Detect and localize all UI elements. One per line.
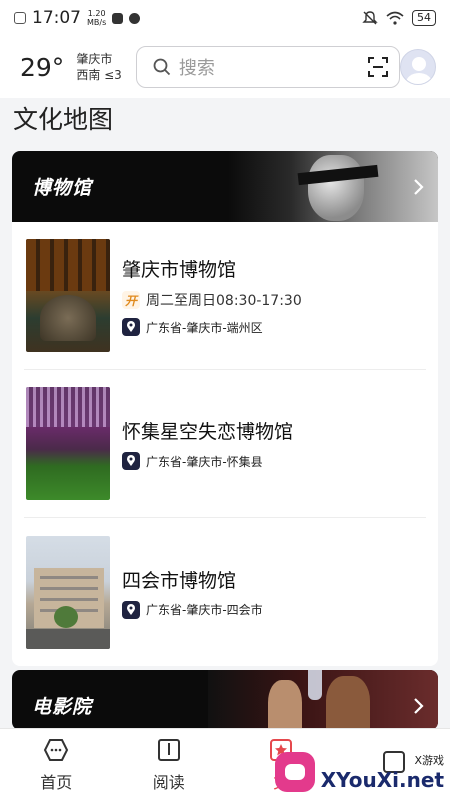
scan-icon[interactable] [367, 56, 389, 78]
network-speed-value: 1.20 [87, 9, 106, 18]
search-placeholder: 搜索 [178, 58, 215, 79]
location-pin-icon [122, 600, 140, 619]
museum-address: 广东省-肇庆市-端州区 [146, 320, 263, 335]
wifi-icon [386, 11, 404, 25]
location-pin-icon [122, 452, 140, 470]
museum-name: 四会市博物馆 [122, 569, 237, 592]
app-notification-icon-2 [129, 12, 141, 24]
search-icon [153, 58, 170, 76]
tab-home[interactable]: 首页 [0, 729, 113, 800]
address-row: 广东省-肇庆市-四会市 [122, 600, 263, 619]
app-notification-icon [112, 12, 124, 24]
watermark-logo-icon [274, 752, 315, 792]
weather-info[interactable]: 肇庆市 西南 ≤3 [76, 51, 122, 83]
tab-read[interactable]: 阅读 [113, 729, 226, 800]
search-input[interactable]: 搜索 [135, 46, 400, 88]
address-row: 广东省-肇庆市-怀集县 [122, 452, 293, 470]
book-icon [157, 738, 180, 761]
open-badge-icon: 开 [122, 291, 140, 309]
statue-image [228, 151, 438, 222]
avatar[interactable] [400, 49, 436, 85]
museum-name: 肇庆市博物馆 [122, 259, 237, 281]
list-item[interactable]: 四会市博物馆 广东省-肇庆市-四会市 [24, 518, 426, 666]
museum-address: 广东省-肇庆市-四会市 [146, 603, 263, 617]
watermark-big-text: XYouXi.net [320, 768, 444, 792]
page-title: 文化地图 [13, 105, 114, 134]
chevron-right-icon [414, 697, 424, 714]
museum-address: 广东省-肇庆市-怀集县 [146, 454, 263, 469]
cinema-image [208, 670, 438, 730]
watermark: X游戏 XYouXi.net [274, 752, 444, 792]
museum-thumbnail [26, 535, 110, 649]
cinema-banner[interactable]: 电影院 [12, 670, 438, 730]
cinema-section: 电影院 [12, 670, 438, 730]
top-header: 29° 肇庆市 西南 ≤3 搜索 [0, 36, 450, 98]
close-notification-icon [14, 12, 26, 24]
list-item[interactable]: 肇庆市博物馆 开 周二至周日08:30-17:30 广东省-肇庆市-端州区 [24, 222, 426, 370]
list-item[interactable]: 怀集星空失恋博物馆 广东省-肇庆市-怀集县 [24, 370, 426, 518]
tab-home-label: 首页 [40, 772, 73, 792]
museum-banner-title: 博物馆 [32, 177, 93, 199]
location-pin-icon [122, 318, 140, 336]
museum-thumbnail [26, 387, 110, 500]
museum-thumbnail [26, 239, 110, 352]
network-speed-unit: MB/s [87, 18, 107, 27]
tab-read-label: 阅读 [152, 772, 185, 792]
chevron-right-icon [414, 178, 424, 195]
address-row: 广东省-肇庆市-端州区 [122, 318, 302, 336]
mute-icon [362, 11, 378, 25]
watermark-small-text: X游戏 [414, 754, 444, 767]
museum-section: 博物馆 肇庆市博物馆 开 周二至周日08:30-17:30 广东省-肇庆市-端州… [12, 151, 438, 666]
status-bar: 17:07 1.20 MB/s 54 [0, 0, 450, 36]
battery-indicator: 54 [412, 10, 436, 26]
cinema-banner-title: 电影院 [32, 696, 93, 718]
weather-temperature: 29° [20, 52, 65, 82]
weather-wind: 西南 ≤3 [76, 68, 122, 82]
network-speed: 1.20 MB/s [87, 9, 106, 27]
weather-city: 肇庆市 [76, 52, 113, 66]
home-icon [44, 738, 69, 761]
opening-hours-text: 周二至周日08:30-17:30 [146, 293, 302, 309]
status-time: 17:07 [32, 8, 81, 28]
museum-name: 怀集星空失恋博物馆 [122, 421, 294, 443]
museum-banner[interactable]: 博物馆 [12, 151, 438, 222]
opening-hours: 开 周二至周日08:30-17:30 [122, 290, 302, 310]
